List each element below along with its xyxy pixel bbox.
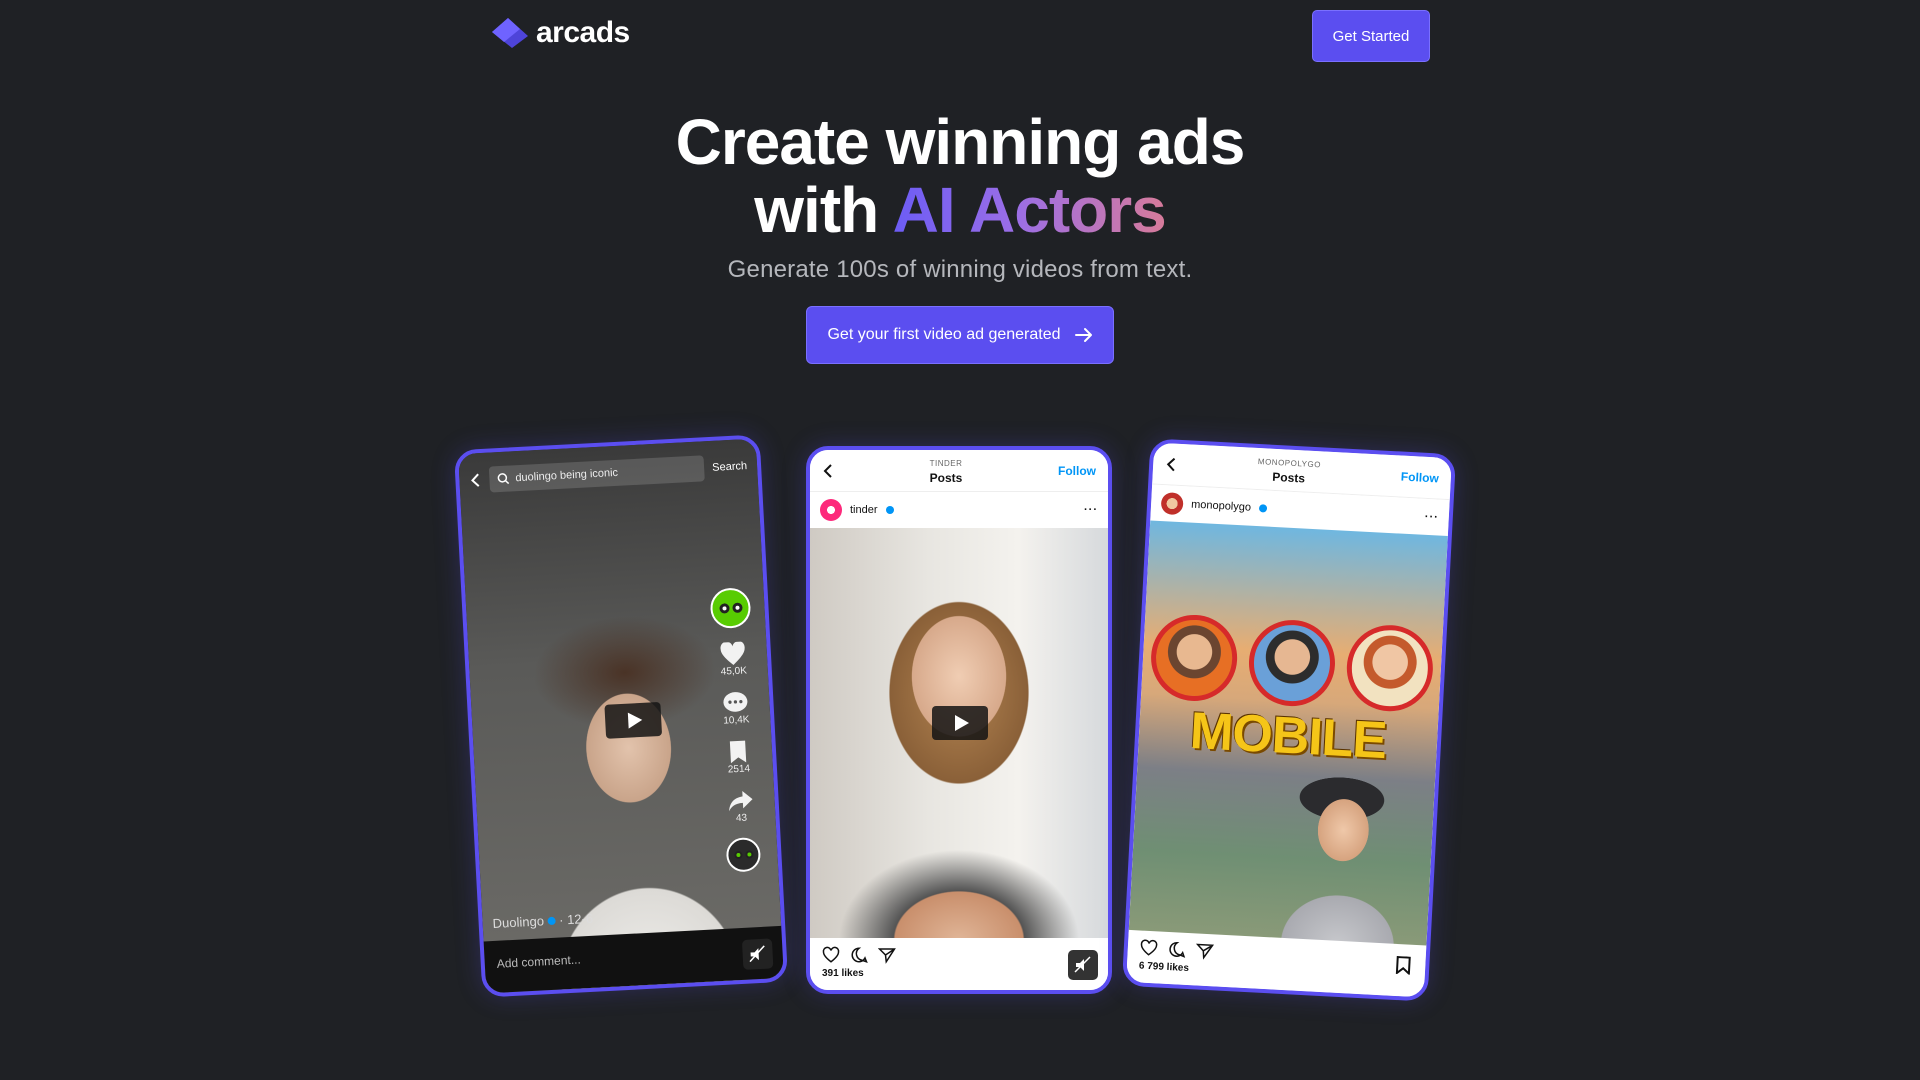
posts-label: Posts (929, 470, 963, 485)
comment-icon[interactable] (1167, 940, 1186, 959)
actor-faces (1148, 612, 1436, 714)
mute-icon[interactable] (741, 938, 774, 970)
phone-instagram-tinder: TINDER Posts Follow tinder ··· 391 likes (806, 446, 1112, 994)
duolingo-avatar[interactable] (709, 587, 752, 630)
tinder-avatar[interactable] (820, 499, 842, 521)
instagram-title: TINDER Posts (930, 458, 963, 484)
hero-subtitle: Generate 100s of winning videos from tex… (727, 256, 1193, 283)
actor-face (1246, 617, 1338, 709)
instagram-title: MONOPOLYGO Posts (1257, 456, 1321, 485)
actor-face (1148, 612, 1240, 704)
comment-icon[interactable] (850, 946, 868, 964)
phone-instagram-monopolygo: MONOPOLYGO Posts Follow monopolygo ··· M… (1121, 438, 1457, 1002)
verified-icon (885, 506, 894, 514)
like-action[interactable]: 45,0K (718, 641, 748, 678)
actor-figure (1262, 767, 1422, 949)
follow-button[interactable]: Follow (1401, 469, 1440, 485)
comment-count: 10,4K (723, 714, 750, 727)
phone-tiktok: duolingo being iconic Search 45,0K 10,4K… (453, 434, 789, 998)
search-icon (497, 473, 510, 485)
author-name: Duolingo (492, 913, 545, 931)
instagram-header: TINDER Posts Follow (810, 450, 1108, 492)
search-query: duolingo being iconic (515, 466, 619, 485)
follow-button[interactable]: Follow (1058, 464, 1096, 478)
post-actions: 391 likes (810, 938, 1108, 990)
heart-icon[interactable] (822, 946, 840, 964)
cta-label: Get your first video ad generated (827, 326, 1061, 343)
hero-title-prefix: with (754, 174, 879, 246)
arrow-right-icon (1074, 328, 1092, 342)
send-icon[interactable] (878, 946, 896, 964)
back-icon[interactable] (822, 463, 834, 478)
hero: Create winning ads with AI Actors Genera… (0, 108, 1920, 284)
comment-icon (723, 692, 748, 712)
account-label: TINDER (929, 458, 963, 468)
play-button[interactable] (932, 706, 988, 740)
post-user-row: tinder ··· (810, 492, 1108, 528)
heart-icon[interactable] (1139, 939, 1158, 958)
save-action[interactable]: 2514 (723, 739, 753, 775)
bookmark-icon[interactable] (1395, 955, 1412, 975)
account-label: MONOPOLYGO (1257, 456, 1322, 469)
username[interactable]: monopolygo (1191, 499, 1251, 514)
back-icon[interactable] (469, 473, 482, 488)
logo-text: arcads (536, 16, 630, 49)
hero-title: Create winning ads with AI Actors (0, 108, 1920, 244)
more-icon[interactable]: ··· (1425, 511, 1440, 524)
sound-avatar[interactable] (725, 836, 762, 873)
username[interactable]: tinder (850, 504, 878, 516)
mute-icon[interactable] (1068, 950, 1098, 980)
like-count: 45,0K (720, 665, 748, 678)
search-button[interactable]: Search (712, 460, 747, 474)
back-icon[interactable] (1165, 457, 1178, 472)
arcads-logo-icon (492, 18, 528, 48)
posts-label: Posts (1272, 469, 1306, 485)
post-date: 12-6 (566, 910, 594, 928)
logo[interactable]: arcads (490, 16, 630, 50)
monopolygo-avatar[interactable] (1160, 492, 1184, 516)
comment-action[interactable]: 10,4K (721, 690, 751, 727)
heart-icon (720, 641, 745, 665)
bookmark-icon (729, 740, 747, 764)
verified-icon (547, 916, 556, 926)
actor-face (1344, 623, 1436, 714)
send-icon[interactable] (1195, 941, 1215, 960)
share-count: 43 (735, 812, 748, 825)
like-count: 391 likes (822, 968, 864, 979)
play-button[interactable] (604, 701, 663, 739)
share-action[interactable]: 43 (726, 788, 756, 824)
share-icon (729, 790, 753, 812)
save-count: 2514 (727, 763, 751, 776)
get-started-button[interactable]: Get Started (1312, 10, 1430, 62)
hero-title-highlight: AI Actors (892, 174, 1167, 246)
cta-button[interactable]: Get your first video ad generated (806, 306, 1114, 364)
more-icon[interactable]: ··· (1084, 504, 1098, 516)
verified-icon (1258, 504, 1268, 513)
hero-title-line1: Create winning ads (675, 106, 1246, 178)
